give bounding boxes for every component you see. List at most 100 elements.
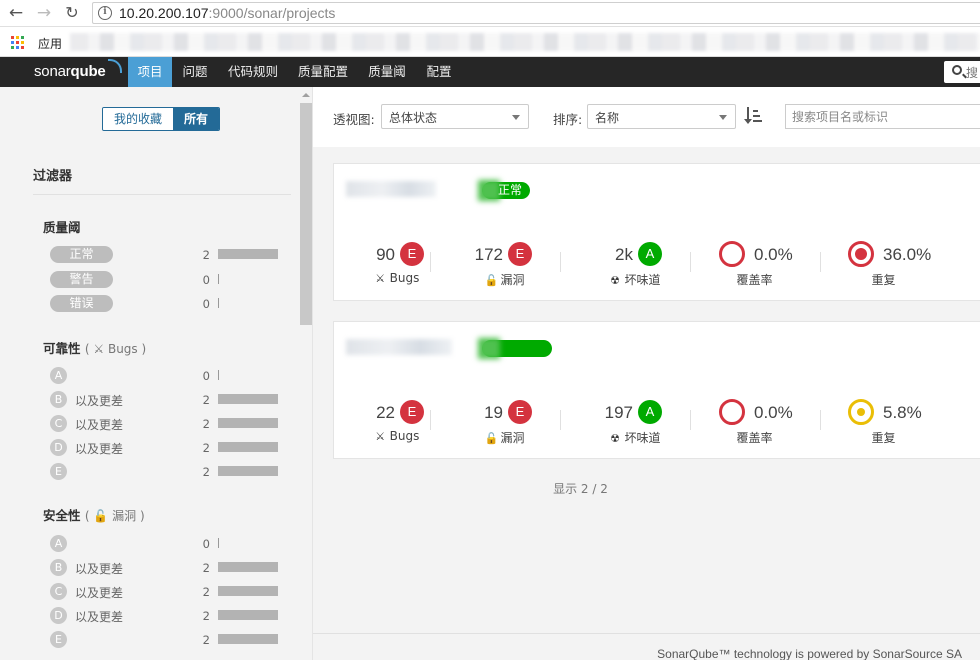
filter-count: 2 [202, 248, 210, 262]
toggle-all-button[interactable]: 所有 [173, 108, 220, 130]
metric-coverage[interactable]: 0.0% 覆盖率 [692, 397, 817, 447]
filter-rating-c[interactable]: C [50, 583, 67, 600]
divider [33, 194, 291, 195]
bookmarks-blurred [70, 33, 980, 51]
filter-count: 0 [202, 369, 210, 383]
logo-wave-icon [108, 59, 122, 73]
nav-rules[interactable]: 代码规则 [222, 57, 284, 87]
metric-label: ⚔ Bugs [375, 271, 420, 285]
filter-rating-b[interactable]: B [50, 559, 67, 576]
filter-bar [218, 370, 219, 380]
project-name-blurred[interactable] [346, 181, 436, 197]
global-search[interactable]: 搜 [944, 61, 980, 83]
metric-label: 🔓 漏洞 [484, 431, 525, 445]
metric-value: 22 [376, 403, 395, 422]
apps-grid-icon[interactable] [11, 36, 24, 49]
sort-value: 名称 [595, 111, 620, 125]
facet-security-title: 安全性 ( 🔓 漏洞 ) [43, 505, 145, 524]
metric-duplications[interactable]: 5.8% 重复 [821, 397, 946, 447]
metric-value: 90 [376, 245, 395, 264]
filter-bar [218, 249, 278, 259]
filters-sidebar: 我的收藏 所有 过滤器 质量阈 正常 2 警告 0 错误 0 可靠性 ( ⚔ B… [0, 87, 313, 660]
coverage-donut-icon [719, 241, 745, 267]
filter-bar [218, 538, 219, 548]
filter-rating-b[interactable]: B [50, 391, 67, 408]
facet-security-label: 安全性 [43, 508, 81, 523]
filter-gate-ok[interactable]: 正常 [50, 246, 113, 263]
address-host: 10.20.200.107 [119, 5, 209, 21]
toggle-favorites-button[interactable]: 我的收藏 [103, 108, 174, 130]
filter-rating-label: 以及更差 [75, 610, 124, 624]
filter-gate-error[interactable]: 错误 [50, 295, 113, 312]
status-text: 正常 [498, 183, 523, 197]
divider [690, 252, 691, 272]
sort-select[interactable]: 名称 [587, 104, 736, 129]
project-search-input[interactable] [786, 105, 980, 128]
filter-rating-d[interactable]: D [50, 439, 67, 456]
chevron-down-icon [512, 115, 520, 120]
filter-count: 0 [202, 297, 210, 311]
project-search-field[interactable] [785, 104, 980, 129]
metric-value: 0.0% [754, 245, 793, 264]
nav-issues[interactable]: 问题 [174, 57, 216, 87]
nav-projects[interactable]: 项目 [128, 57, 172, 87]
info-icon[interactable]: i [98, 6, 112, 20]
rating-badge: A [638, 400, 662, 424]
radiation-icon: ☢ [610, 274, 620, 287]
metric-label: 覆盖率 [736, 431, 773, 445]
metric-bugs[interactable]: 90 E ⚔ Bugs [334, 239, 459, 289]
forward-arrow-icon[interactable]: → [33, 3, 55, 23]
metric-value: 36.0% [883, 245, 932, 264]
scrollbar-thumb[interactable] [300, 103, 312, 325]
filter-rating-c[interactable]: C [50, 415, 67, 432]
filter-rating-a[interactable]: A [50, 535, 67, 552]
sort-direction-icon[interactable] [744, 107, 763, 125]
metric-coverage[interactable]: 0.0% 覆盖率 [692, 239, 817, 289]
nav-quality-gates[interactable]: 质量阈 [362, 57, 412, 87]
metric-vulnerabilities[interactable]: 19 E 🔓 漏洞 [442, 397, 567, 447]
metric-code-smells[interactable]: 197 A ☢ 坏味道 [572, 397, 697, 447]
back-arrow-icon[interactable]: ← [5, 3, 27, 23]
metric-value: 2k [615, 245, 633, 264]
facet-security-sub-text: 漏洞 [112, 509, 137, 523]
perspective-label: 透视图: [333, 112, 375, 127]
project-card: 22 E ⚔ Bugs 19 E 🔓 漏洞 197 A ☢ 坏味道 0.0% 覆盖率 … [333, 321, 980, 459]
filter-bar [218, 298, 219, 308]
quality-gate-status-badge[interactable] [482, 340, 552, 357]
filter-rating-d[interactable]: D [50, 607, 67, 624]
filter-rating-e[interactable]: E [50, 631, 67, 648]
filter-rating-e[interactable]: E [50, 463, 67, 480]
coverage-donut-icon [719, 399, 745, 425]
facet-quality-gate-title: 质量阈 [43, 220, 81, 235]
filter-gate-warn[interactable]: 警告 [50, 271, 113, 288]
rating-badge: E [508, 242, 532, 266]
metric-vulnerabilities[interactable]: 172 E 🔓 漏洞 [442, 239, 567, 289]
metric-duplications[interactable]: 36.0% 重复 [821, 239, 946, 289]
metric-bugs[interactable]: 22 E ⚔ Bugs [334, 397, 459, 447]
filter-bar [218, 610, 278, 620]
address-path: :9000/sonar/projects [208, 5, 336, 21]
radiation-icon: ☢ [610, 432, 620, 445]
metric-code-smells[interactable]: 2k A ☢ 坏味道 [572, 239, 697, 289]
filter-rating-a[interactable]: A [50, 367, 67, 384]
facet-reliability-title: 可靠性 ( ⚔ Bugs ) [43, 338, 146, 357]
scroll-up-icon[interactable] [302, 93, 310, 97]
reload-icon[interactable]: ↻ [61, 3, 83, 23]
filter-count: 0 [202, 537, 210, 551]
sonarqube-logo[interactable]: sonarqube [34, 63, 106, 80]
project-name-blurred[interactable] [346, 339, 452, 355]
apps-label[interactable]: 应用 [38, 35, 62, 52]
address-bar[interactable]: i 10.20.200.107:9000/sonar/projects [92, 2, 980, 24]
nav-administration[interactable]: 配置 [420, 57, 458, 87]
nav-quality-profiles[interactable]: 质量配置 [292, 57, 354, 87]
metric-value: 19 [484, 403, 503, 422]
perspective-select[interactable]: 总体状态 [381, 104, 529, 129]
filter-bar [218, 562, 278, 572]
duplications-bubble-icon [848, 399, 874, 425]
quality-gate-status-badge[interactable]: 正常 [482, 182, 531, 199]
facet-reliability-label: 可靠性 [43, 341, 81, 356]
rating-badge: E [400, 242, 424, 266]
filter-rating-label: 以及更差 [75, 418, 124, 432]
lock-icon: 🔓 [93, 509, 109, 523]
projects-main: 透视图: 总体状态 排序: 名称 正常 90 E ⚔Bugs [313, 87, 980, 660]
